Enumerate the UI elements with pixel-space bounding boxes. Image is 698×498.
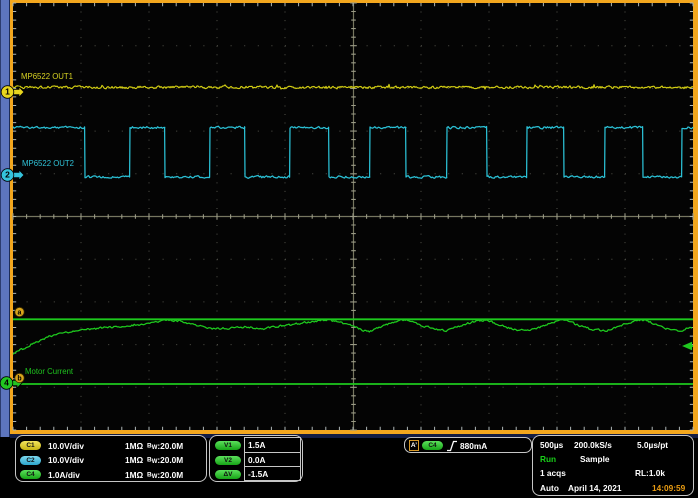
svg-text:Motor Current: Motor Current bbox=[25, 367, 74, 376]
svg-text:b: b bbox=[17, 376, 21, 383]
svg-text:2: 2 bbox=[5, 170, 10, 180]
svg-text:MP6522 OUT1: MP6522 OUT1 bbox=[21, 72, 73, 81]
svg-text:MP6522 OUT2: MP6522 OUT2 bbox=[22, 159, 74, 168]
svg-text:4: 4 bbox=[4, 378, 9, 388]
svg-text:1: 1 bbox=[5, 87, 10, 97]
svg-text:a: a bbox=[18, 310, 22, 317]
